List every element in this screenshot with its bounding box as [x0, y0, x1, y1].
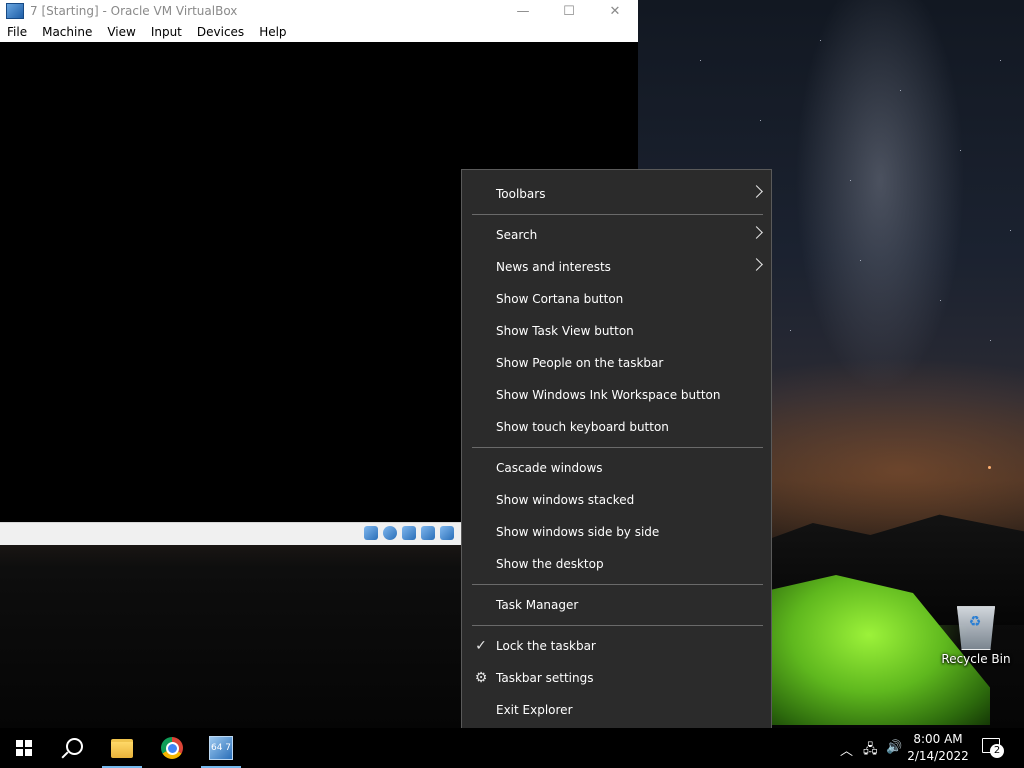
menu-item-label: News and interests — [496, 260, 611, 274]
menu-item-label: Show windows side by side — [496, 525, 660, 539]
clock[interactable]: 8:00 AM 2/14/2022 — [906, 731, 970, 765]
menu-separator — [472, 447, 763, 448]
taskbar[interactable]: 64 7 ︿ 🖧 🔊 8:00 AM 2/14/2022 2 — [0, 728, 1024, 768]
virtualbox-menubar: File Machine View Input Devices Help — [0, 22, 638, 42]
search-button[interactable] — [48, 728, 96, 768]
menu-item-show-cortana[interactable]: Show Cortana button — [462, 284, 771, 314]
menu-item-search[interactable]: Search — [462, 220, 771, 250]
menu-item-show-people[interactable]: Show People on the taskbar — [462, 348, 771, 378]
menu-machine[interactable]: Machine — [35, 25, 100, 39]
menu-item-label: Show Windows Ink Workspace button — [496, 388, 721, 402]
virtualbox-taskbar-button[interactable]: 64 7 — [197, 728, 245, 768]
menu-separator — [472, 214, 763, 215]
menu-item-toolbars[interactable]: Toolbars — [462, 179, 771, 209]
menu-file[interactable]: File — [0, 25, 35, 39]
menu-item-news-and-interests[interactable]: News and interests — [462, 252, 771, 282]
virtualbox-titlebar[interactable]: 7 [Starting] - Oracle VM VirtualBox — ☐ … — [0, 0, 638, 22]
menu-item-label: Show windows stacked — [496, 493, 635, 507]
menu-item-cascade-windows[interactable]: Cascade windows — [462, 453, 771, 483]
menu-item-show-ink-workspace[interactable]: Show Windows Ink Workspace button — [462, 380, 771, 410]
menu-item-label: Show the desktop — [496, 557, 604, 571]
menu-item-show-desktop[interactable]: Show the desktop — [462, 549, 771, 579]
chevron-up-icon[interactable]: ︿ — [840, 740, 853, 759]
close-button[interactable]: ✕ — [592, 0, 638, 22]
chrome-icon — [161, 737, 183, 759]
file-explorer-button[interactable] — [98, 728, 146, 768]
virtualbox-icon: 64 7 — [209, 736, 233, 760]
chrome-button[interactable] — [148, 728, 196, 768]
virtualbox-app-icon[interactable] — [6, 3, 24, 19]
clock-time: 8:00 AM — [913, 732, 963, 746]
maximize-button[interactable]: ☐ — [546, 0, 592, 22]
menu-item-label: Lock the taskbar — [496, 639, 596, 653]
search-icon — [65, 737, 83, 755]
menu-item-windows-side-by-side[interactable]: Show windows side by side — [462, 517, 771, 547]
recycle-bin-label: Recycle Bin — [941, 652, 1011, 666]
menu-item-windows-stacked[interactable]: Show windows stacked — [462, 485, 771, 515]
menu-item-lock-taskbar[interactable]: ✓ Lock the taskbar — [462, 631, 771, 661]
menu-item-show-touch-keyboard[interactable]: Show touch keyboard button — [462, 412, 771, 442]
audio-icon[interactable] — [402, 526, 416, 540]
chevron-right-icon — [750, 185, 763, 198]
clock-date: 2/14/2022 — [907, 749, 969, 763]
network-icon[interactable] — [421, 526, 435, 540]
menu-item-task-manager[interactable]: Task Manager — [462, 590, 771, 620]
optical-drive-icon[interactable] — [383, 526, 397, 540]
menu-input[interactable]: Input — [144, 25, 190, 39]
menu-item-label: Show Task View button — [496, 324, 634, 338]
menu-item-label: Show touch keyboard button — [496, 420, 669, 434]
gear-icon: ⚙ — [474, 670, 488, 686]
minimize-button[interactable]: — — [500, 0, 546, 22]
chevron-right-icon — [750, 258, 763, 271]
menu-item-label: Toolbars — [496, 187, 546, 201]
recycle-bin-shortcut[interactable]: ♻ Recycle Bin — [940, 600, 1012, 670]
start-button[interactable] — [0, 728, 48, 768]
taskbar-context-menu: Toolbars Search News and interests Show … — [461, 169, 772, 733]
menu-item-label: Search — [496, 228, 538, 242]
menu-help[interactable]: Help — [252, 25, 294, 39]
menu-item-label: Show People on the taskbar — [496, 356, 664, 370]
menu-separator — [472, 625, 763, 626]
checkmark-icon: ✓ — [475, 638, 487, 654]
window-title: 7 [Starting] - Oracle VM VirtualBox — [30, 4, 238, 18]
menu-item-label: Exit Explorer — [496, 703, 573, 717]
usb-icon[interactable] — [440, 526, 454, 540]
notification-count-badge: 2 — [990, 744, 1004, 758]
start-icon — [16, 740, 32, 756]
menu-view[interactable]: View — [100, 25, 143, 39]
menu-item-label: Task Manager — [496, 598, 579, 612]
recycle-symbol-icon: ♻ — [968, 614, 982, 630]
menu-devices[interactable]: Devices — [190, 25, 252, 39]
menu-item-label: Taskbar settings — [496, 671, 594, 685]
hard-disk-icon[interactable] — [364, 526, 378, 540]
menu-item-label: Cascade windows — [496, 461, 603, 475]
volume-icon[interactable]: 🔊 — [886, 740, 902, 755]
file-explorer-icon — [111, 738, 133, 758]
menu-item-taskbar-settings[interactable]: ⚙ Taskbar settings — [462, 663, 771, 693]
menu-item-exit-explorer[interactable]: Exit Explorer — [462, 695, 771, 725]
chevron-right-icon — [750, 226, 763, 239]
menu-separator — [472, 584, 763, 585]
action-center-button[interactable]: 2 — [982, 738, 1004, 758]
menu-item-show-task-view[interactable]: Show Task View button — [462, 316, 771, 346]
network-icon[interactable]: 🖧 — [863, 740, 878, 762]
menu-item-label: Show Cortana button — [496, 292, 624, 306]
